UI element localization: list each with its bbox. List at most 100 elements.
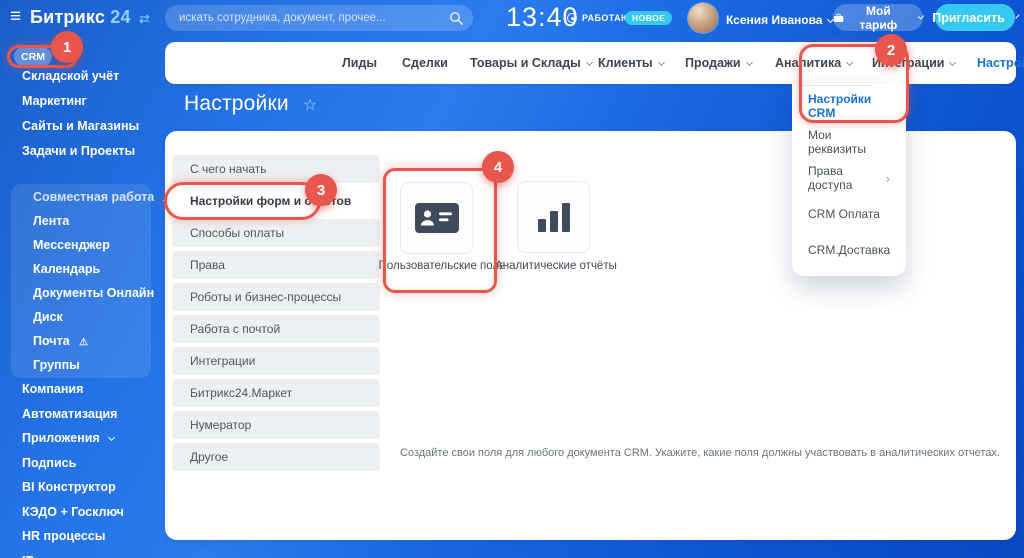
chevron-down-icon: [846, 58, 854, 66]
tab-getting-started[interactable]: С чего начать: [172, 155, 380, 183]
work-status-toggle[interactable]: РАБОТАЮ: [567, 13, 631, 23]
submenu-arrow-icon: ›: [885, 170, 890, 186]
page-title-text: Настройки: [184, 92, 289, 115]
sidebar-item-marketing[interactable]: Маркетинг: [0, 89, 165, 114]
chevron-down-icon: [745, 58, 753, 66]
menu-item-crm-payment[interactable]: CRM Оплата: [792, 196, 906, 232]
menu-hamburger-icon[interactable]: ≡: [10, 6, 21, 28]
nav-tab-clients[interactable]: Клиенты: [598, 56, 665, 70]
settings-tabs-list: С чего начать Настройки форм и отчетов С…: [172, 155, 380, 471]
nav-label: Продажи: [685, 56, 741, 70]
bitrix24-logo: Битрикс 24 ⇄: [30, 7, 150, 28]
new-feature-badge: НОВОЕ: [625, 11, 673, 25]
sidebar-item-mail[interactable]: Почта ⚠: [11, 329, 151, 353]
favorite-star-icon[interactable]: ☆: [303, 97, 318, 114]
chevron-down-icon: [108, 433, 116, 442]
annotation-badge-1: 1: [51, 31, 83, 63]
sidebar-item-disk[interactable]: Диск: [11, 305, 151, 329]
chevron-down-icon: [1015, 14, 1020, 19]
nav-label: Настройки: [977, 56, 1024, 70]
chevron-down-icon: [949, 58, 957, 66]
apps-label: Приложения: [22, 431, 100, 445]
user-avatar[interactable]: [688, 3, 718, 33]
tab-robots-bp[interactable]: Роботы и бизнес-процессы: [172, 283, 380, 311]
nav-label: Сделки: [402, 56, 448, 70]
nav-label: Аналитика: [775, 56, 842, 70]
nav-tab-settings[interactable]: Настройки: [977, 56, 1024, 70]
nav-tab-sales[interactable]: Продажи: [685, 56, 753, 70]
sidebar-item-tasks[interactable]: Задачи и Проекты: [0, 139, 165, 164]
status-record-icon: [567, 13, 577, 23]
sidebar-item-groups[interactable]: Группы: [11, 353, 151, 377]
tab-permissions[interactable]: Права: [172, 251, 380, 279]
nav-label: Лиды: [342, 56, 378, 70]
sidebar-item-feed[interactable]: Лента: [11, 209, 151, 233]
brand-text: Битрикс: [30, 7, 106, 27]
menu-item-label: Права доступа: [808, 164, 853, 192]
nav-tab-products[interactable]: Товары и Склады: [470, 56, 593, 70]
sidebar-item-sign[interactable]: Подпись: [0, 451, 165, 476]
brand-number: 24: [110, 7, 131, 27]
nav-tab-analytics[interactable]: Аналитика: [775, 56, 854, 70]
search-input[interactable]: [179, 12, 449, 24]
sidebar-item-calendar[interactable]: Календарь: [11, 257, 151, 281]
chevron-down-icon: [917, 13, 925, 20]
nav-tab-leads[interactable]: Лиды: [342, 56, 377, 70]
sidebar-item-kedo[interactable]: КЭДО + Госключ: [0, 500, 165, 525]
tab-integrations[interactable]: Интеграции: [172, 347, 380, 375]
tile-custom-fields[interactable]: [400, 182, 473, 254]
global-search[interactable]: [165, 5, 473, 31]
nav-label: Интеграции: [872, 56, 945, 70]
tab-payment-methods[interactable]: Способы оплаты: [172, 219, 380, 247]
sidebar-item-automation[interactable]: Автоматизация: [0, 402, 165, 427]
invite-label: Пригласить: [932, 10, 1005, 25]
sidebar-item-bi-builder[interactable]: BI Конструктор: [0, 475, 165, 500]
bar-chart-icon: [537, 203, 570, 232]
my-plan-label: Мой тариф: [859, 3, 898, 32]
sidebar-item-sites[interactable]: Сайты и Магазины: [0, 114, 165, 139]
menu-item-crm-settings[interactable]: Настройки CRM: [792, 88, 906, 124]
menu-item-access-rights[interactable]: Права доступа ›: [792, 160, 906, 196]
settings-dropdown-menu: Настройки CRM Мои реквизиты Права доступ…: [792, 84, 906, 276]
section-description: Создайте свои поля для любого документа …: [400, 447, 1000, 459]
my-plan-button[interactable]: Мой тариф: [833, 3, 925, 32]
user-menu[interactable]: Ксения Иванова: [726, 13, 835, 27]
briefcase-icon: [833, 13, 844, 22]
search-icon: [450, 12, 463, 25]
tab-other[interactable]: Другое: [172, 443, 380, 471]
tile-analytic-reports[interactable]: [517, 181, 590, 253]
contact-card-icon: [414, 203, 459, 233]
warning-icon: ⚠: [79, 337, 89, 348]
sidebar-group-collaboration: Совместная работа Лента Мессенджер Кален…: [11, 184, 170, 378]
tile-analytic-reports-label[interactable]: Аналитические отчёты: [491, 259, 621, 273]
sidebar-item-apps[interactable]: Приложения: [0, 426, 165, 451]
tile-custom-fields-label[interactable]: Пользовательские поля: [377, 259, 507, 273]
nav-label: Товары и Склады: [470, 56, 581, 70]
sidebar-group-header[interactable]: Совместная работа: [11, 185, 170, 209]
invite-button[interactable]: Пригласить: [932, 4, 1020, 31]
chevron-down-icon: [585, 58, 593, 66]
tab-mail[interactable]: Работа с почтой: [172, 315, 380, 343]
sidebar-item-company[interactable]: Компания: [0, 377, 165, 402]
sidebar-item-docs-online[interactable]: Документы Онлайн: [11, 281, 154, 305]
sidebar-item-it[interactable]: IT-отдел: [0, 549, 165, 558]
mail-label: Почта: [33, 334, 70, 348]
tab-forms-reports[interactable]: Настройки форм и отчетов: [172, 187, 380, 215]
switch-account-icon[interactable]: ⇄: [139, 11, 150, 26]
group-header-label: Совместная работа: [33, 190, 155, 204]
tab-numerator[interactable]: Нумератор: [172, 411, 380, 439]
nav-tab-deals[interactable]: Сделки: [402, 56, 448, 70]
menu-item-my-details[interactable]: Мои реквизиты: [792, 124, 906, 160]
nav-tab-integrations[interactable]: Интеграции: [872, 56, 957, 70]
page-title: Настройки ☆: [184, 92, 317, 116]
status-label: РАБОТАЮ: [582, 13, 631, 23]
user-name-label: Ксения Иванова: [726, 13, 823, 27]
menu-item-crm-delivery[interactable]: CRM.Доставка: [792, 232, 906, 268]
chevron-down-icon: [657, 58, 665, 66]
app-root: ≡ Битрикс 24 ⇄ 13:40 РАБОТАЮ НОВОЕ Ксени…: [0, 0, 1024, 558]
sidebar-item-hr[interactable]: HR процессы: [0, 524, 165, 549]
nav-label: Клиенты: [598, 56, 653, 70]
sidebar-item-warehouse[interactable]: Складской учёт: [0, 64, 165, 89]
tab-market[interactable]: Битрикс24.Маркет: [172, 379, 380, 407]
sidebar-item-messenger[interactable]: Мессенджер: [11, 233, 151, 257]
